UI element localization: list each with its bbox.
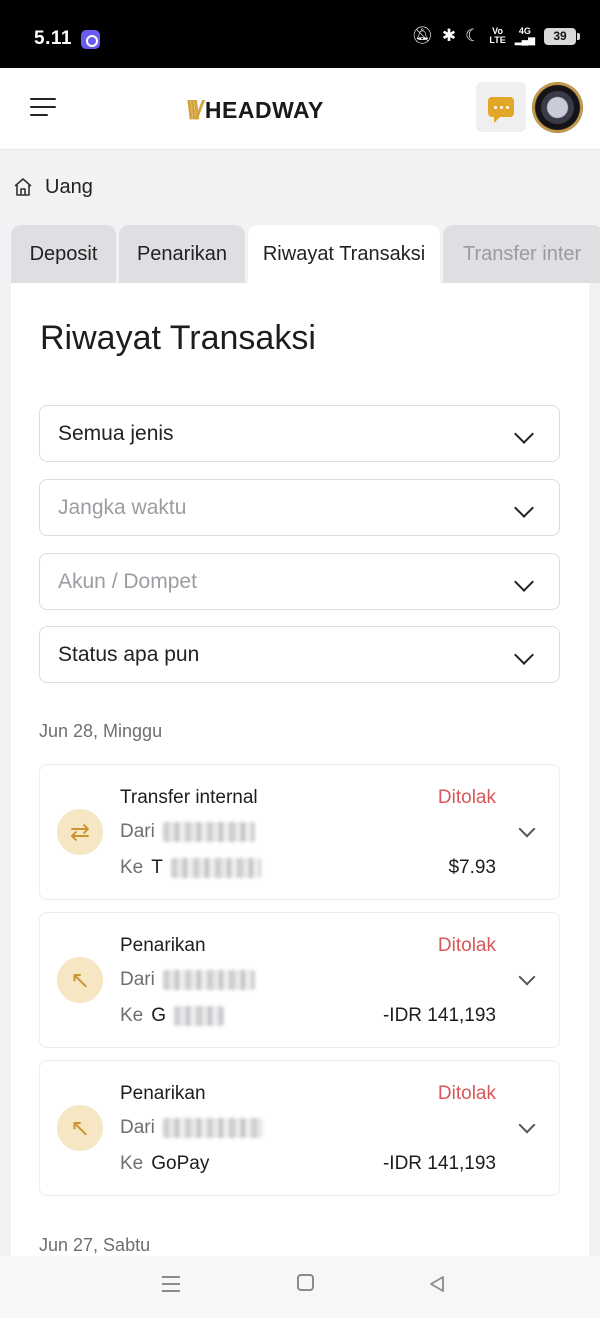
logo-text: HEADWAY xyxy=(204,96,324,123)
back-button[interactable] xyxy=(428,1275,446,1293)
chevron-down-icon xyxy=(514,572,534,592)
home-icon xyxy=(14,178,32,196)
transaction-from: Dari xyxy=(120,1117,263,1139)
tab-deposit[interactable]: Deposit xyxy=(11,225,116,283)
transaction-amount: -IDR 141,193 xyxy=(382,1153,496,1174)
transaction-status: Ditolak xyxy=(437,935,496,956)
transaction-from: Dari xyxy=(120,821,255,843)
transaction-to: Ke G xyxy=(120,1005,225,1027)
redacted-account xyxy=(162,822,255,842)
breadcrumb[interactable]: Uang xyxy=(13,174,93,200)
transaction-type: Penarikan xyxy=(120,1083,206,1104)
withdraw-arrow-icon: ↖ xyxy=(57,1105,103,1151)
volte-icon: Vo LTE xyxy=(489,27,505,45)
tab-bar: Deposit Penarikan Riwayat Transaksi Tran… xyxy=(11,225,600,283)
redacted-account xyxy=(162,970,255,990)
date-header: Jun 28, Minggu xyxy=(39,721,163,741)
from-label: Dari xyxy=(120,969,155,990)
transaction-item[interactable]: ↖ Penarikan Ditolak Dari Ke GoPay -IDR 1… xyxy=(39,1060,560,1196)
chat-icon xyxy=(488,97,514,123)
headway-logo[interactable]: \\\/ HEADWAY xyxy=(186,96,324,124)
account-filter-placeholder: Akun / Dompet xyxy=(58,569,197,593)
status-bar: 5.11 🔕︎ ✱ ☾ Vo LTE 4G ▂▄▆ 39 xyxy=(0,0,600,68)
to-label: Ke xyxy=(120,857,144,878)
transaction-history-panel: Riwayat Transaksi Semua jenis Jangka wak… xyxy=(11,283,589,1283)
from-label: Dari xyxy=(120,1117,155,1138)
signal-label: 4G xyxy=(518,26,531,36)
battery-icon: 39 xyxy=(544,27,580,45)
transaction-status: Ditolak xyxy=(437,1083,496,1104)
account-filter-select[interactable]: Akun / Dompet xyxy=(39,553,560,610)
withdraw-arrow-icon: ↖ xyxy=(57,957,103,1003)
transaction-item[interactable]: ↖ Penarikan Ditolak Dari Ke G -IDR 141,1… xyxy=(39,912,560,1048)
chevron-down-icon xyxy=(514,645,534,665)
status-filter-value: Status apa pun xyxy=(58,642,200,666)
volte-bottom: LTE xyxy=(489,35,506,45)
transaction-status: Ditolak xyxy=(437,787,496,808)
home-button[interactable] xyxy=(297,1274,314,1291)
status-time: 5.11 xyxy=(34,28,72,49)
moon-icon: ☾ xyxy=(465,26,481,45)
chevron-down-icon[interactable] xyxy=(518,1116,536,1134)
menu-icon[interactable] xyxy=(30,98,56,118)
type-filter-select[interactable]: Semua jenis xyxy=(39,405,560,462)
redacted-account xyxy=(170,858,261,878)
transaction-type: Penarikan xyxy=(120,935,206,956)
breadcrumb-label: Uang xyxy=(45,175,93,198)
chevron-down-icon xyxy=(514,498,534,518)
type-filter-value: Semua jenis xyxy=(58,421,174,445)
app-notification-icon xyxy=(81,30,100,49)
chat-button[interactable] xyxy=(476,82,526,132)
status-filter-select[interactable]: Status apa pun xyxy=(39,626,560,683)
transaction-to: Ke GoPay xyxy=(120,1153,209,1175)
transaction-type: Transfer internal xyxy=(120,787,258,808)
recent-apps-button[interactable] xyxy=(162,1274,180,1292)
app-header: \\\/ HEADWAY xyxy=(0,68,600,150)
period-filter-placeholder: Jangka waktu xyxy=(58,495,187,519)
avatar[interactable] xyxy=(532,82,583,133)
tab-internal-transfer[interactable]: Transfer inter xyxy=(443,225,600,283)
to-value: G xyxy=(151,1005,167,1026)
page-title: Riwayat Transaksi xyxy=(40,319,316,357)
from-label: Dari xyxy=(120,821,155,842)
to-label: Ke xyxy=(120,1005,144,1026)
transaction-item[interactable]: ⇄ Transfer internal Ditolak Dari Ke T $7… xyxy=(39,764,560,900)
period-filter-select[interactable]: Jangka waktu xyxy=(39,479,560,536)
status-icons: 🔕︎ ✱ ☾ Vo LTE 4G ▂▄▆ 39 xyxy=(411,26,580,46)
redacted-account xyxy=(162,1118,263,1138)
chevron-down-icon[interactable] xyxy=(518,968,536,986)
bluetooth-icon: ✱ xyxy=(441,26,457,45)
redacted-account xyxy=(174,1006,225,1026)
battery-level: 39 xyxy=(553,29,567,43)
transfer-arrows-icon: ⇄ xyxy=(57,809,103,855)
tab-withdrawal[interactable]: Penarikan xyxy=(119,225,245,283)
transaction-from: Dari xyxy=(120,969,255,991)
to-value: GoPay xyxy=(151,1153,210,1174)
to-value: T xyxy=(151,857,163,878)
tab-transaction-history[interactable]: Riwayat Transaksi xyxy=(248,225,440,283)
mute-icon: 🔕︎ xyxy=(411,26,433,45)
transaction-to: Ke T xyxy=(120,857,261,879)
chevron-down-icon xyxy=(514,424,534,444)
logo-mark: \\\/ xyxy=(186,95,203,125)
signal-icon: 4G ▂▄▆ xyxy=(514,26,535,45)
to-label: Ke xyxy=(120,1153,144,1174)
transaction-amount: -IDR 141,193 xyxy=(382,1005,496,1026)
date-header: Jun 27, Sabtu xyxy=(39,1235,151,1255)
transaction-amount: $7.93 xyxy=(448,857,496,878)
chevron-down-icon[interactable] xyxy=(518,820,536,838)
system-nav-bar xyxy=(0,1256,600,1318)
